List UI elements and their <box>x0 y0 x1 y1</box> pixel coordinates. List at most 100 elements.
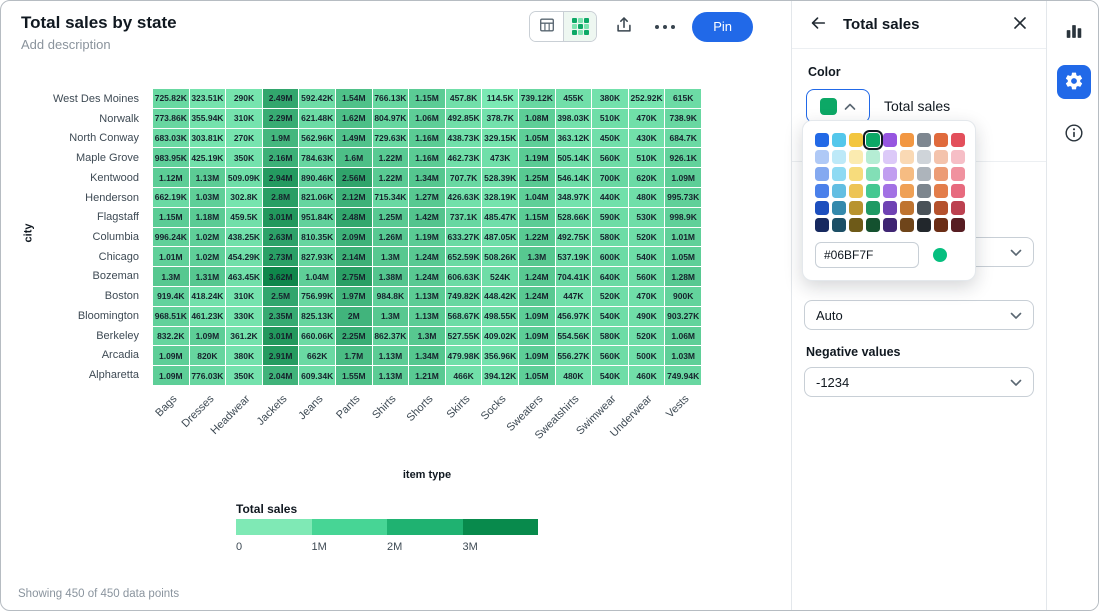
heatmap-cell[interactable]: 1.38M <box>373 267 409 286</box>
heatmap-cell[interactable]: 773.86K <box>153 109 189 128</box>
heatmap-cell[interactable]: 1.06M <box>665 327 701 346</box>
heatmap-cell[interactable]: 1.3M <box>153 267 189 286</box>
heatmap-cell[interactable]: 1.24M <box>519 267 555 286</box>
heatmap-cell[interactable]: 784.63K <box>299 148 335 167</box>
heatmap-cell[interactable]: 821.06K <box>299 188 335 207</box>
heatmap-cell[interactable]: 600K <box>592 247 628 266</box>
palette-swatch[interactable] <box>951 167 965 181</box>
heatmap-cell[interactable]: 509.09K <box>226 168 262 187</box>
heatmap-cell[interactable]: 766.13K <box>373 89 409 108</box>
heatmap-cell[interactable]: 590K <box>592 208 628 227</box>
palette-swatch[interactable] <box>815 218 829 232</box>
heatmap-cell[interactable]: 394.12K <box>482 366 518 385</box>
heatmap-cell[interactable]: 1.02M <box>190 247 226 266</box>
heatmap-cell[interactable]: 1.22M <box>519 228 555 247</box>
heatmap-cell[interactable]: 633.27K <box>446 228 482 247</box>
heatmap-cell[interactable]: 1.3M <box>519 247 555 266</box>
heatmap-cell[interactable]: 832.2K <box>153 327 189 346</box>
heatmap-cell[interactable]: 1.27M <box>409 188 445 207</box>
heatmap-cell[interactable]: 825.13K <box>299 307 335 326</box>
heatmap-view-button[interactable] <box>563 12 596 41</box>
heatmap-cell[interactable]: 455K <box>556 89 592 108</box>
heatmap-cell[interactable]: 487.05K <box>482 228 518 247</box>
heatmap-cell[interactable]: 1.62M <box>336 109 372 128</box>
heatmap-cell[interactable]: 606.63K <box>446 267 482 286</box>
heatmap-cell[interactable]: 329.15K <box>482 129 518 148</box>
heatmap-cell[interactable]: 2.35M <box>263 307 299 326</box>
heatmap-cell[interactable]: 2M <box>336 307 372 326</box>
heatmap-cell[interactable]: 510K <box>592 109 628 128</box>
heatmap-cell[interactable]: 380K <box>592 89 628 108</box>
heatmap-cell[interactable]: 356.96K <box>482 346 518 365</box>
heatmap-cell[interactable]: 620K <box>629 168 665 187</box>
heatmap-cell[interactable]: 1.09M <box>519 346 555 365</box>
heatmap-cell[interactable]: 462.73K <box>446 148 482 167</box>
palette-swatch[interactable] <box>934 133 948 147</box>
palette-swatch[interactable] <box>832 218 846 232</box>
heatmap-cell[interactable]: 1.01M <box>665 228 701 247</box>
back-button[interactable] <box>806 13 830 37</box>
palette-swatch[interactable] <box>934 218 948 232</box>
heatmap-cell[interactable]: 348.97K <box>556 188 592 207</box>
heatmap-cell[interactable]: 2.25M <box>336 327 372 346</box>
heatmap-cell[interactable]: 378.7K <box>482 109 518 128</box>
heatmap-cell[interactable]: 615K <box>665 89 701 108</box>
heatmap-cell[interactable]: 776.03K <box>190 366 226 385</box>
heatmap-cell[interactable]: 498.55K <box>482 307 518 326</box>
heatmap-cell[interactable]: 540K <box>592 307 628 326</box>
palette-swatch[interactable] <box>815 184 829 198</box>
palette-swatch[interactable] <box>934 150 948 164</box>
heatmap-cell[interactable]: 568.67K <box>446 307 482 326</box>
heatmap-cell[interactable]: 310K <box>226 287 262 306</box>
heatmap-cell[interactable]: 660.06K <box>299 327 335 346</box>
palette-swatch[interactable] <box>849 218 863 232</box>
heatmap-cell[interactable]: 580K <box>592 327 628 346</box>
heatmap-cell[interactable]: 1.6M <box>336 148 372 167</box>
heatmap-cell[interactable]: 1.34M <box>409 168 445 187</box>
heatmap-cell[interactable]: 652.59K <box>446 247 482 266</box>
heatmap-cell[interactable]: 466K <box>446 366 482 385</box>
heatmap-cell[interactable]: 290K <box>226 89 262 108</box>
palette-swatch[interactable] <box>900 133 914 147</box>
heatmap-cell[interactable]: 527.55K <box>446 327 482 346</box>
heatmap-cell[interactable]: 2.5M <box>263 287 299 306</box>
heatmap-cell[interactable]: 492.75K <box>556 228 592 247</box>
heatmap-cell[interactable]: 450K <box>592 129 628 148</box>
more-options-button[interactable] <box>651 13 679 41</box>
heatmap-cell[interactable]: 350K <box>226 366 262 385</box>
palette-swatch[interactable] <box>832 201 846 215</box>
heatmap-cell[interactable]: 490K <box>629 307 665 326</box>
heatmap-cell[interactable]: 1.24M <box>519 287 555 306</box>
heatmap-cell[interactable]: 2.48M <box>336 208 372 227</box>
pin-button[interactable]: Pin <box>692 12 753 42</box>
heatmap-cell[interactable]: 425.19K <box>190 148 226 167</box>
heatmap-cell[interactable]: 363.12K <box>556 129 592 148</box>
negative-values-dropdown[interactable]: -1234 <box>804 367 1034 397</box>
heatmap-cell[interactable]: 1.13M <box>409 287 445 306</box>
palette-swatch[interactable] <box>917 201 931 215</box>
palette-swatch[interactable] <box>900 167 914 181</box>
heatmap-cell[interactable]: 303.81K <box>190 129 226 148</box>
heatmap-cell[interactable]: 738.9K <box>665 109 701 128</box>
heatmap-cell[interactable]: 2.8M <box>263 188 299 207</box>
palette-swatch[interactable] <box>883 133 897 147</box>
heatmap-cell[interactable]: 1.18M <box>190 208 226 227</box>
palette-swatch[interactable] <box>866 201 880 215</box>
heatmap-cell[interactable]: 1.09M <box>190 327 226 346</box>
add-description[interactable]: Add description <box>21 37 111 52</box>
heatmap-cell[interactable]: 621.48K <box>299 109 335 128</box>
heatmap-cell[interactable]: 530K <box>629 208 665 227</box>
heatmap-cell[interactable]: 1.42M <box>409 208 445 227</box>
heatmap-cell[interactable]: 528.66K <box>556 208 592 227</box>
hex-color-input[interactable] <box>815 242 919 268</box>
palette-swatch[interactable] <box>849 201 863 215</box>
heatmap-cell[interactable]: 418.24K <box>190 287 226 306</box>
heatmap-cell[interactable]: 2.14M <box>336 247 372 266</box>
heatmap-cell[interactable]: 459.5K <box>226 208 262 227</box>
heatmap-cell[interactable]: 562.96K <box>299 129 335 148</box>
heatmap-cell[interactable]: 984.8K <box>373 287 409 306</box>
heatmap-cell[interactable]: 996.24K <box>153 228 189 247</box>
heatmap-cell[interactable]: 560K <box>629 267 665 286</box>
heatmap-cell[interactable]: 704.41K <box>556 267 592 286</box>
heatmap-cell[interactable]: 2.29M <box>263 109 299 128</box>
